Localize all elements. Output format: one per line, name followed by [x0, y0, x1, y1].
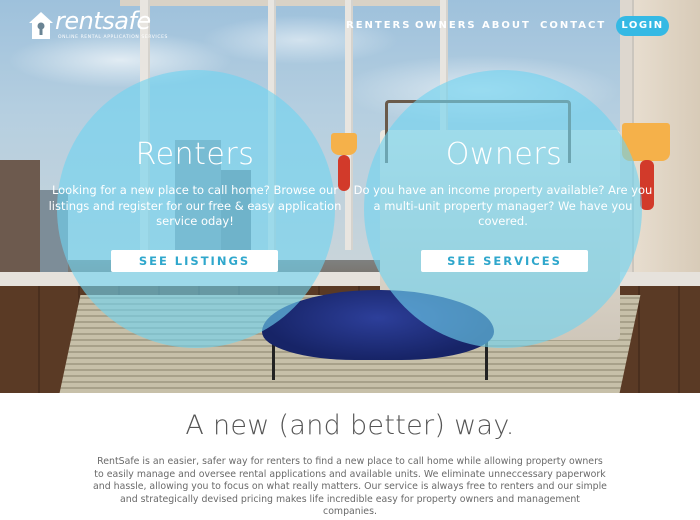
see-listings-button[interactable]: SEE LISTINGS: [111, 250, 278, 272]
ceiling-beam: [120, 0, 440, 6]
nav-contact[interactable]: CONTACT: [540, 20, 606, 31]
nav-about[interactable]: ABOUT: [482, 20, 531, 31]
intro-paragraph: RentSafe is an easier, safer way for ren…: [93, 456, 607, 517]
hero-background: Renters Looking for a new place to call …: [0, 0, 700, 393]
owners-description: Do you have an income property available…: [353, 183, 653, 228]
rentsafe-logo[interactable]: rentsafe ONLINE RENTAL APPLICATION SERVI…: [28, 7, 167, 43]
building: [0, 160, 40, 280]
owners-title: Owners: [445, 137, 563, 172]
login-button[interactable]: LOGIN: [616, 16, 669, 36]
brand-name: rentsafe: [55, 7, 151, 35]
brand-tagline: ONLINE RENTAL APPLICATION SERVICES: [58, 35, 168, 40]
nav-owners[interactable]: OWNERS: [415, 20, 477, 31]
window-frame: [345, 0, 353, 250]
nav-renters[interactable]: RENTERS: [346, 20, 411, 31]
see-services-button[interactable]: SEE SERVICES: [421, 250, 588, 272]
renters-title: Renters: [135, 137, 255, 172]
intro-heading: A new (and better) way.: [185, 410, 515, 441]
renters-description: Looking for a new place to call home? Br…: [48, 183, 342, 228]
house-lock-icon: [29, 12, 53, 39]
